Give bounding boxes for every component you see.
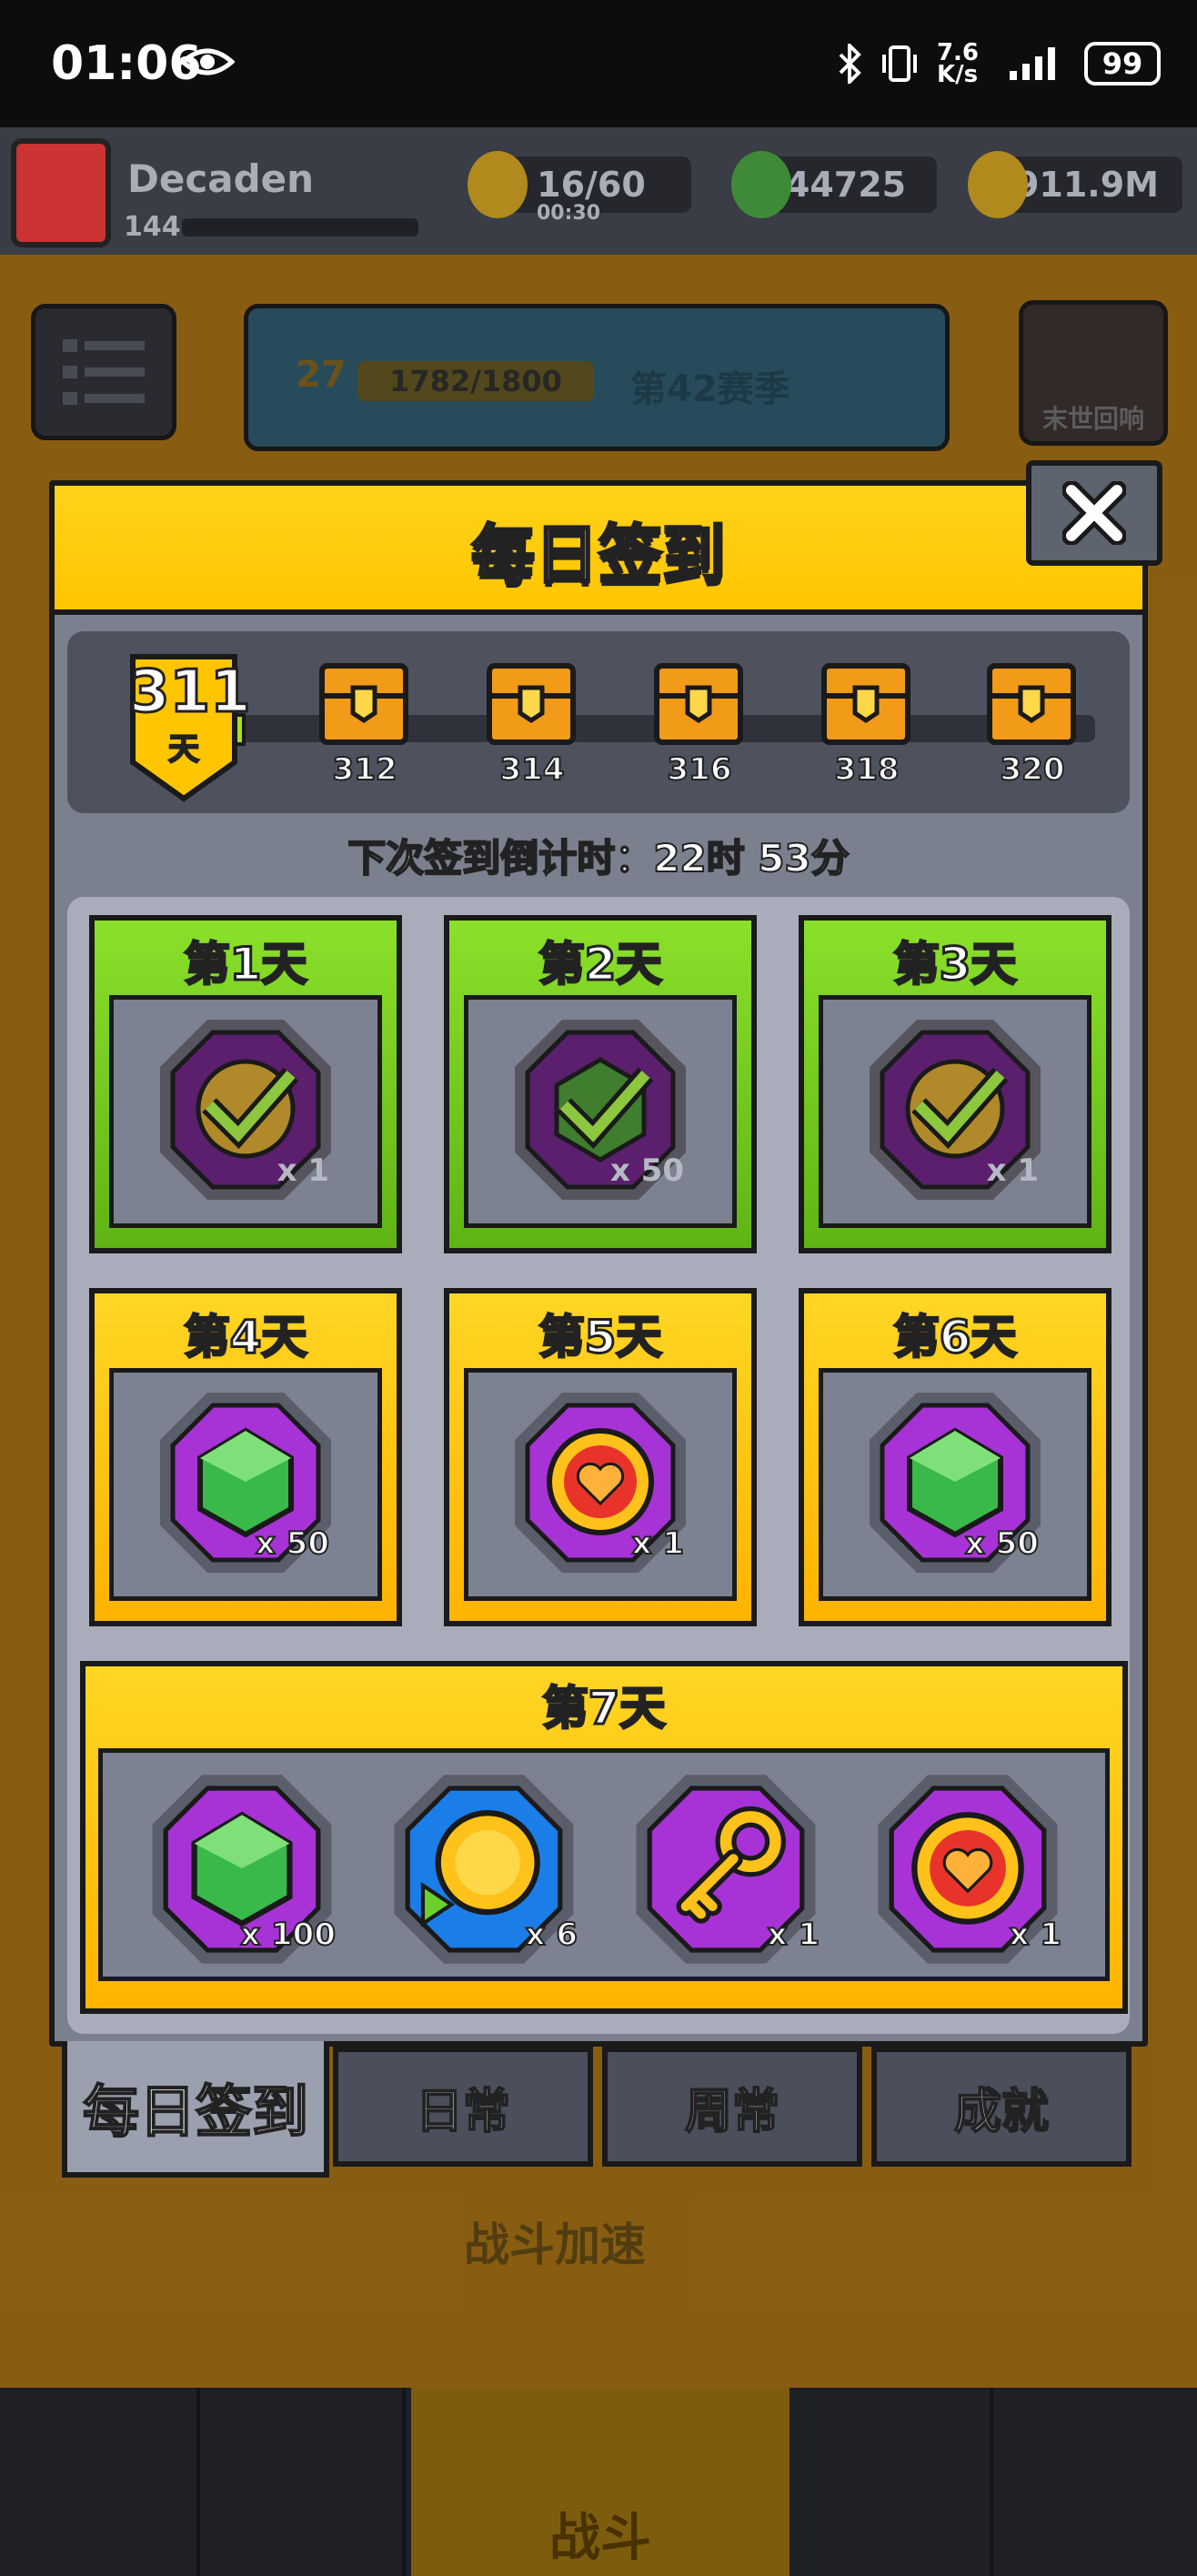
clock: 01:06 — [51, 36, 202, 91]
milestone-label: 316 — [667, 750, 733, 789]
reward-box: x 1 — [109, 995, 382, 1228]
tab-daily-signin[interactable]: 每日签到 — [62, 2041, 329, 2178]
status-icons: 7.6 K/s 99 — [837, 41, 1161, 88]
tab-weekly[interactable]: 周常 — [602, 2047, 862, 2167]
energy-timer: 00:30 — [537, 202, 601, 225]
streak-badge: 311 天 — [128, 653, 253, 802]
tab-daily[interactable]: 日常 — [333, 2047, 593, 2167]
reward-slot: x 50 — [864, 1387, 1046, 1578]
close-icon — [1062, 481, 1126, 545]
reward-slot: x 6 — [383, 1769, 585, 1969]
milestone-label: 320 — [1000, 750, 1066, 789]
day-card-7[interactable]: 第7天 x 100 x 6 x 1 x 1 — [80, 1661, 1128, 2014]
reward-qty: x 1 — [277, 1152, 329, 1189]
day-card-2[interactable]: 第2天 x 50 — [444, 915, 757, 1253]
gem-icon — [731, 151, 791, 218]
coin-counter[interactable]: 911.9M — [968, 151, 1182, 218]
player-xp-bar — [182, 218, 418, 236]
reward-qty: x 50 — [609, 1152, 684, 1189]
top-hud: Decaden 144 16/60 44725 911.9M — [0, 127, 1197, 255]
reward-slot: x 1 — [155, 1014, 337, 1205]
reward-box: x 1 — [464, 1368, 737, 1601]
day-label: 第2天 — [538, 937, 663, 992]
reward-slot: x 1 — [509, 1387, 691, 1578]
coin-icon — [968, 151, 1028, 218]
gem-value: 44725 — [785, 165, 907, 205]
signal-icon — [1010, 47, 1055, 80]
bluetooth-icon — [839, 44, 861, 84]
day-label: 第1天 — [183, 937, 308, 992]
day-label: 第7天 — [541, 1681, 667, 1736]
reward-slot: x 1 — [625, 1769, 827, 1969]
day-label: 第3天 — [892, 937, 1018, 992]
net-speed-unit: K/s — [936, 61, 979, 88]
milestone-chest[interactable]: 314 — [482, 660, 582, 789]
day-card-3[interactable]: 第3天 x 1 — [799, 915, 1112, 1253]
chest-icon — [987, 663, 1076, 745]
reward-qty: x 1 — [1009, 1916, 1062, 1954]
reward-box: x 100 x 6 x 1 x 1 — [98, 1748, 1110, 1981]
modal-tabs: 每日签到 日常 周常 成就 — [58, 2041, 1146, 2183]
reward-box: x 50 — [109, 1368, 382, 1601]
lightning-icon — [468, 151, 528, 218]
net-speed: 7.6 K/s — [936, 41, 979, 88]
day-card-4[interactable]: 第4天 x 50 — [89, 1288, 402, 1626]
chest-icon — [654, 663, 743, 745]
close-button[interactable] — [1026, 460, 1162, 566]
player-level: 144 — [124, 211, 181, 243]
game-screen: 01:06 7.6 K/s 99 Decaden 144 16/60 44725… — [0, 0, 1197, 2576]
eye-icon — [180, 48, 235, 75]
milestone-chest[interactable]: 318 — [817, 660, 917, 789]
avatar[interactable] — [11, 138, 111, 247]
chest-icon — [319, 663, 408, 745]
streak-unit: 天 — [167, 730, 200, 769]
modal-title: 每日签到 — [470, 517, 728, 594]
milestone-label: 312 — [332, 750, 398, 789]
day-label: 第6天 — [892, 1310, 1018, 1365]
milestone-label: 314 — [499, 750, 566, 789]
reward-qty: x 50 — [255, 1524, 330, 1563]
day-label: 第4天 — [183, 1310, 308, 1365]
reward-slot: x 50 — [509, 1014, 691, 1205]
reward-box: x 50 — [464, 995, 737, 1228]
battery-indicator: 99 — [1084, 42, 1161, 86]
status-bar: 01:06 7.6 K/s 99 — [0, 0, 1197, 127]
vibrate-icon — [881, 45, 917, 82]
reward-qty: x 100 — [239, 1916, 337, 1954]
reward-qty: x 1 — [631, 1524, 685, 1563]
coin-value: 911.9M — [1014, 165, 1159, 205]
reward-box: x 1 — [819, 995, 1091, 1228]
reward-slot: x 1 — [864, 1014, 1046, 1205]
reward-box: x 50 — [819, 1368, 1091, 1601]
modal-header: 每日签到 — [55, 486, 1142, 615]
chest-icon — [487, 663, 576, 745]
energy-value: 16/60 — [537, 165, 646, 205]
milestone-chest[interactable]: 312 — [315, 660, 415, 789]
reward-qty: x 6 — [525, 1916, 578, 1954]
gem-counter[interactable]: 44725 — [731, 151, 937, 218]
daily-signin-modal: 每日签到 311 天 312 314 316 318 320 下次签到倒计时：2… — [49, 480, 1148, 2047]
milestone-chest[interactable]: 320 — [982, 660, 1082, 789]
milestone-chest[interactable]: 316 — [649, 660, 749, 789]
signin-countdown: 下次签到倒计时：22时 53分 — [347, 835, 850, 881]
streak-days: 311 — [128, 658, 253, 728]
reward-qty: x 1 — [767, 1916, 820, 1954]
day-card-5[interactable]: 第5天 x 1 — [444, 1288, 757, 1626]
reward-slot: x 50 — [155, 1387, 337, 1578]
reward-slot: x 1 — [867, 1769, 1069, 1969]
reward-qty: x 1 — [986, 1152, 1039, 1189]
chest-icon — [821, 663, 910, 745]
milestone-label: 318 — [834, 750, 900, 789]
player-name: Decaden — [127, 156, 315, 201]
day-label: 第5天 — [538, 1310, 663, 1365]
tab-achievements[interactable]: 成就 — [871, 2047, 1132, 2167]
reward-qty: x 50 — [964, 1524, 1040, 1563]
day-card-1[interactable]: 第1天 x 1 — [89, 915, 402, 1253]
day-card-6[interactable]: 第6天 x 50 — [799, 1288, 1112, 1626]
reward-slot: x 100 — [141, 1769, 343, 1969]
